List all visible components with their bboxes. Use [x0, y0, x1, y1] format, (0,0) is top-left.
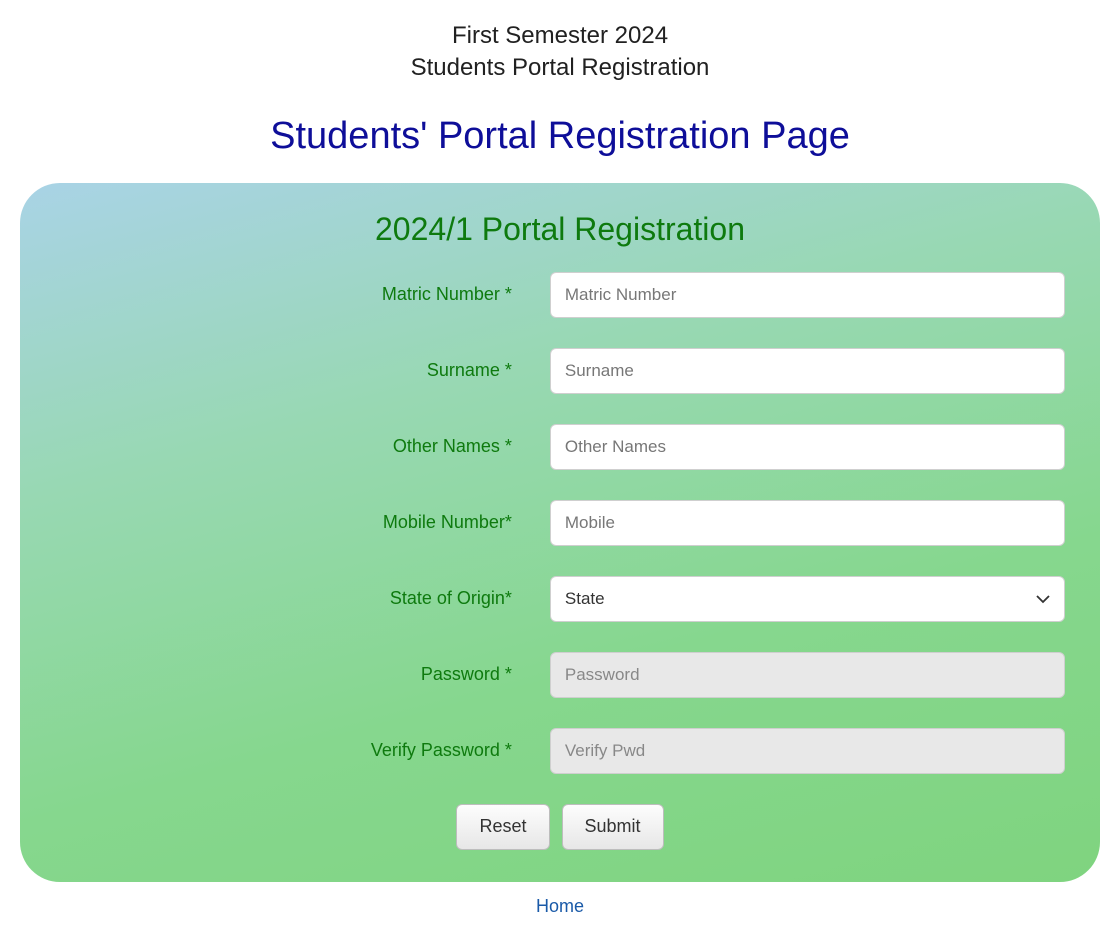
verify-password-label: Verify Password * — [55, 740, 550, 761]
othernames-label: Other Names * — [55, 436, 550, 457]
othernames-row: Other Names * — [55, 424, 1065, 470]
surname-label: Surname * — [55, 360, 550, 381]
state-row: State of Origin* State — [55, 576, 1065, 622]
header-title: First Semester 2024 Students Portal Regi… — [0, 20, 1120, 85]
form-title: 2024/1 Portal Registration — [55, 211, 1065, 248]
othernames-input[interactable] — [550, 424, 1065, 470]
state-label: State of Origin* — [55, 588, 550, 609]
password-row: Password * — [55, 652, 1065, 698]
verify-password-input[interactable] — [550, 728, 1065, 774]
header-line2: Students Portal Registration — [411, 54, 710, 81]
mobile-row: Mobile Number* — [55, 500, 1065, 546]
verify-password-row: Verify Password * — [55, 728, 1065, 774]
button-row: Reset Submit — [55, 804, 1065, 850]
submit-button[interactable]: Submit — [562, 804, 664, 850]
reset-button[interactable]: Reset — [456, 804, 549, 850]
header-line1: First Semester 2024 — [452, 22, 668, 49]
password-input[interactable] — [550, 652, 1065, 698]
state-select[interactable]: State — [550, 576, 1065, 622]
surname-input[interactable] — [550, 348, 1065, 394]
matric-row: Matric Number * — [55, 272, 1065, 318]
home-link[interactable]: Home — [0, 896, 1120, 917]
page-heading: Students' Portal Registration Page — [0, 115, 1120, 158]
surname-row: Surname * — [55, 348, 1065, 394]
mobile-label: Mobile Number* — [55, 512, 550, 533]
registration-form-card: 2024/1 Portal Registration Matric Number… — [20, 183, 1100, 882]
password-label: Password * — [55, 664, 550, 685]
matric-input[interactable] — [550, 272, 1065, 318]
matric-label: Matric Number * — [55, 284, 550, 305]
mobile-input[interactable] — [550, 500, 1065, 546]
